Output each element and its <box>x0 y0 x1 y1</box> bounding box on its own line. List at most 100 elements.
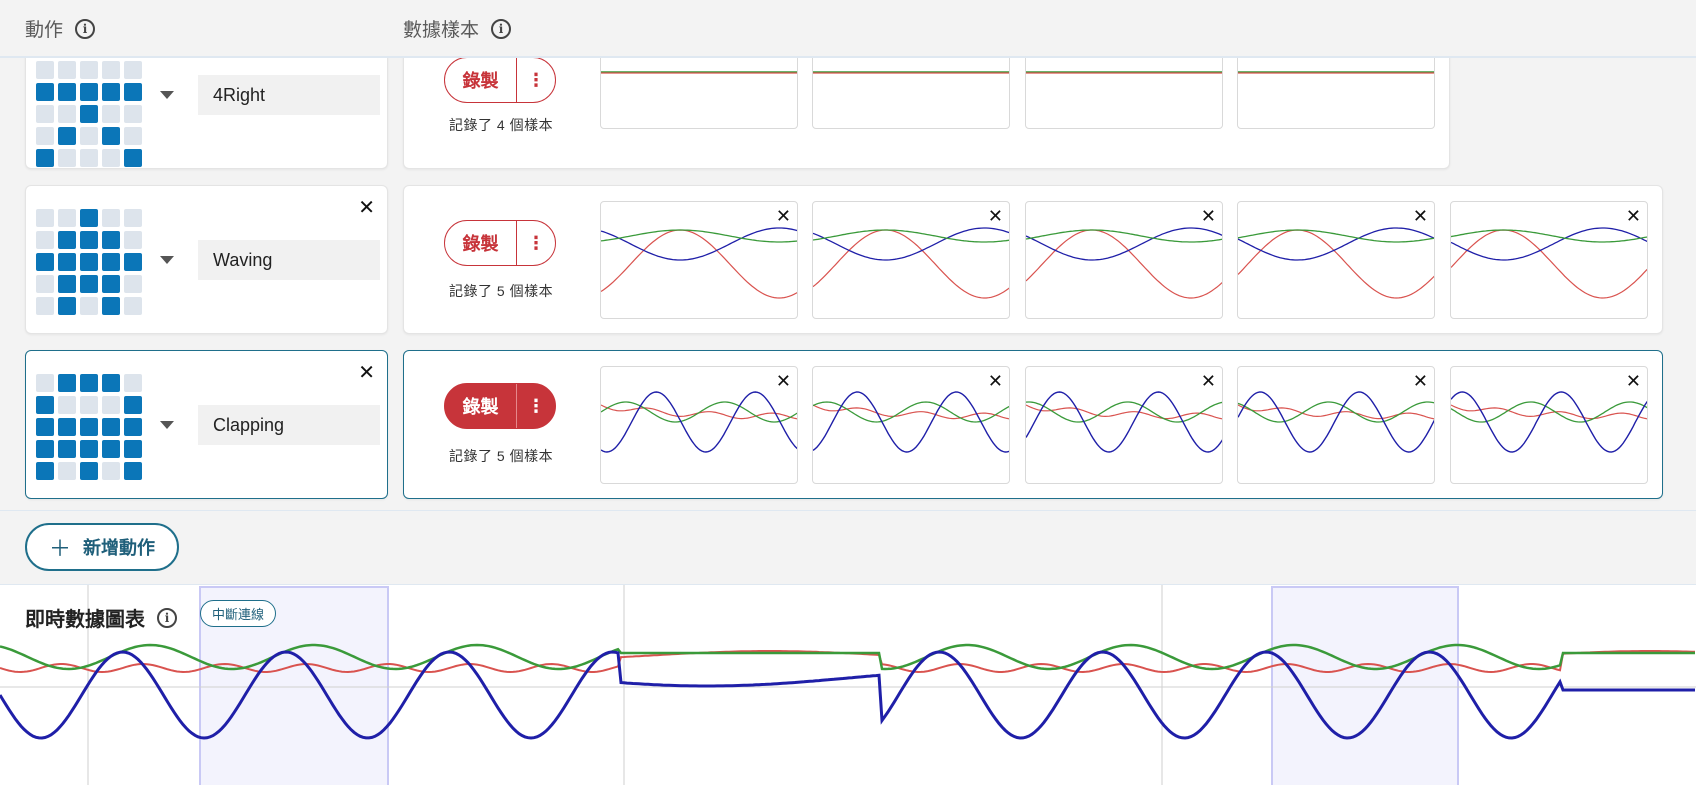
led-off[interactable] <box>58 149 76 167</box>
led-off[interactable] <box>124 127 142 145</box>
led-on[interactable] <box>58 231 76 249</box>
led-off[interactable] <box>124 209 142 227</box>
led-on[interactable] <box>124 462 142 480</box>
close-icon[interactable]: ✕ <box>776 206 791 227</box>
led-on[interactable] <box>102 83 120 101</box>
sample-thumbnail[interactable]: ✕ <box>1025 201 1223 319</box>
record-button[interactable]: 錄製 ⋮ <box>444 383 556 429</box>
close-icon[interactable]: ✕ <box>1201 206 1216 227</box>
led-pattern-grid[interactable] <box>36 374 142 480</box>
led-on[interactable] <box>58 253 76 271</box>
record-button[interactable]: 錄製 ⋮ <box>444 57 556 103</box>
led-on[interactable] <box>36 149 54 167</box>
sample-thumbnail[interactable]: ✕ <box>1450 366 1648 484</box>
led-off[interactable] <box>124 61 142 79</box>
led-on[interactable] <box>36 440 54 458</box>
led-off[interactable] <box>36 127 54 145</box>
led-on[interactable] <box>124 149 142 167</box>
led-off[interactable] <box>102 105 120 123</box>
led-off[interactable] <box>36 61 54 79</box>
led-off[interactable] <box>36 209 54 227</box>
led-on[interactable] <box>80 209 98 227</box>
close-icon[interactable]: ✕ <box>1201 371 1216 392</box>
gesture-name-input[interactable] <box>198 240 380 280</box>
close-icon[interactable]: ✕ <box>1626 371 1641 392</box>
led-off[interactable] <box>36 374 54 392</box>
led-off[interactable] <box>58 209 76 227</box>
led-on[interactable] <box>58 127 76 145</box>
more-vertical-icon[interactable]: ⋮ <box>517 221 555 265</box>
more-vertical-icon[interactable]: ⋮ <box>517 58 555 102</box>
more-vertical-icon[interactable]: ⋮ <box>517 384 555 428</box>
led-off[interactable] <box>124 275 142 293</box>
led-on[interactable] <box>58 83 76 101</box>
sample-thumbnail[interactable]: ✕ <box>812 366 1010 484</box>
led-off[interactable] <box>36 105 54 123</box>
led-off[interactable] <box>124 105 142 123</box>
led-on[interactable] <box>102 418 120 436</box>
close-icon[interactable]: ✕ <box>776 371 791 392</box>
sample-thumbnail[interactable]: ✕ <box>1450 201 1648 319</box>
close-icon[interactable]: ✕ <box>358 198 375 218</box>
sample-thumbnail[interactable]: ✕ <box>600 366 798 484</box>
led-on[interactable] <box>80 83 98 101</box>
led-on[interactable] <box>58 440 76 458</box>
led-on[interactable] <box>36 253 54 271</box>
led-on[interactable] <box>102 231 120 249</box>
led-off[interactable] <box>102 396 120 414</box>
led-on[interactable] <box>58 374 76 392</box>
led-pattern-grid[interactable] <box>36 61 142 167</box>
info-icon[interactable]: i <box>491 18 512 39</box>
led-on[interactable] <box>80 374 98 392</box>
info-icon[interactable]: i <box>157 607 177 628</box>
gesture-name-input[interactable] <box>198 75 380 115</box>
led-on[interactable] <box>80 440 98 458</box>
led-on[interactable] <box>80 418 98 436</box>
led-off[interactable] <box>102 462 120 480</box>
caret-down-icon[interactable] <box>160 91 174 99</box>
led-on[interactable] <box>36 396 54 414</box>
close-icon[interactable]: ✕ <box>988 206 1003 227</box>
led-off[interactable] <box>80 396 98 414</box>
record-button[interactable]: 錄製 ⋮ <box>444 220 556 266</box>
led-on[interactable] <box>102 127 120 145</box>
led-on[interactable] <box>58 275 76 293</box>
led-off[interactable] <box>36 275 54 293</box>
close-icon[interactable]: ✕ <box>1413 206 1428 227</box>
sample-thumbnail[interactable]: ✕ <box>1237 201 1435 319</box>
led-on[interactable] <box>102 253 120 271</box>
add-action-button[interactable]: ＋ 新增動作 <box>25 523 179 571</box>
led-on[interactable] <box>80 275 98 293</box>
info-icon[interactable]: i <box>75 18 96 39</box>
sample-thumbnail[interactable]: ✕ <box>1237 366 1435 484</box>
caret-down-icon[interactable] <box>160 256 174 264</box>
close-icon[interactable]: ✕ <box>1626 206 1641 227</box>
sample-thumbnail[interactable]: ✕ <box>812 201 1010 319</box>
led-off[interactable] <box>58 396 76 414</box>
led-on[interactable] <box>124 83 142 101</box>
led-on[interactable] <box>124 396 142 414</box>
sample-thumbnail[interactable]: ✕ <box>1025 366 1223 484</box>
led-pattern-grid[interactable] <box>36 209 142 315</box>
led-on[interactable] <box>36 418 54 436</box>
led-off[interactable] <box>58 105 76 123</box>
led-on[interactable] <box>102 275 120 293</box>
gesture-name-input[interactable] <box>198 405 380 445</box>
led-off[interactable] <box>80 149 98 167</box>
led-off[interactable] <box>124 297 142 315</box>
close-icon[interactable]: ✕ <box>988 371 1003 392</box>
led-off[interactable] <box>124 231 142 249</box>
led-on[interactable] <box>124 253 142 271</box>
led-on[interactable] <box>80 462 98 480</box>
led-off[interactable] <box>80 127 98 145</box>
sample-thumbnail[interactable]: ✕ <box>600 201 798 319</box>
led-off[interactable] <box>80 61 98 79</box>
led-on[interactable] <box>124 440 142 458</box>
led-on[interactable] <box>102 297 120 315</box>
led-off[interactable] <box>102 149 120 167</box>
close-icon[interactable]: ✕ <box>1413 371 1428 392</box>
led-off[interactable] <box>36 297 54 315</box>
led-on[interactable] <box>102 440 120 458</box>
led-off[interactable] <box>102 61 120 79</box>
led-off[interactable] <box>80 297 98 315</box>
